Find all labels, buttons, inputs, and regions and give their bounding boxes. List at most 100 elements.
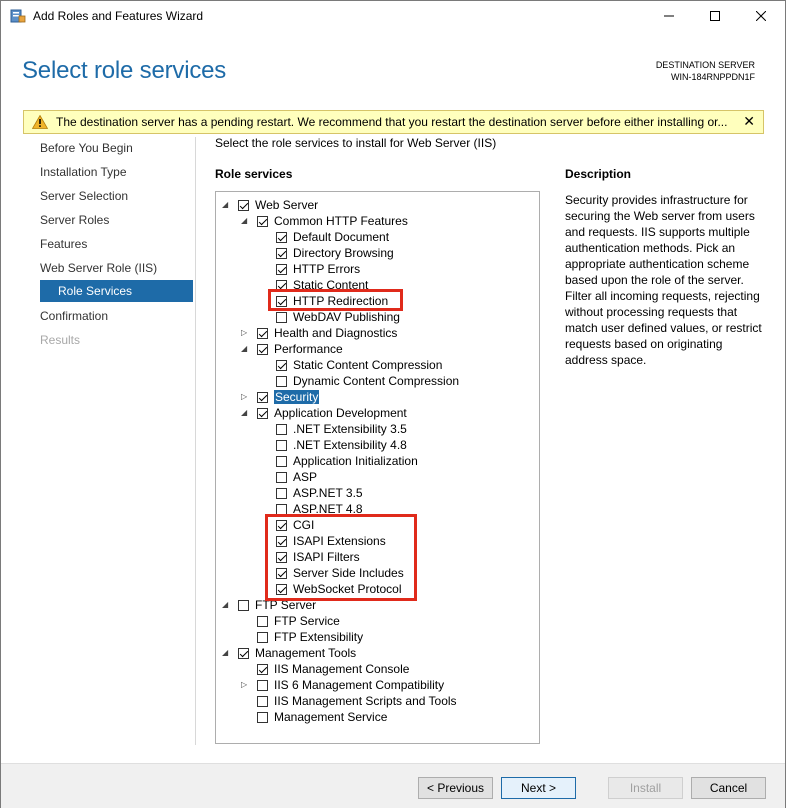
pending-restart-warning: The destination server has a pending res… [23,110,764,134]
checkbox[interactable] [257,679,268,691]
tree-item[interactable]: ◢ Common HTTP Features [241,213,408,229]
nav-item-server-roles[interactable]: Server Roles [40,213,109,227]
checkbox[interactable] [257,343,268,355]
checkbox[interactable] [276,375,287,387]
tree-item[interactable]: ▷ IIS 6 Management Compatibility [241,677,444,693]
install-button: Install [608,777,683,799]
checkbox[interactable] [276,503,287,515]
tree-item[interactable]: IIS Management Scripts and Tools [257,693,457,709]
checkbox[interactable] [238,599,249,611]
tree-item[interactable]: WebDAV Publishing [276,309,400,325]
tree-item[interactable]: ASP [276,469,317,485]
title-bar: Add Roles and Features Wizard [1,1,785,31]
tree-item[interactable]: ◢ Web Server [222,197,319,213]
nav-item-server-selection[interactable]: Server Selection [40,189,128,203]
tree-item-label: WebDAV Publishing [293,310,400,324]
tree-item-label: Management Tools [255,646,357,660]
tree-item[interactable]: IIS Management Console [257,661,409,677]
collapse-arrow-icon[interactable]: ◢ [222,601,230,609]
tree-item-label: ASP [293,470,318,484]
checkbox[interactable] [276,423,287,435]
close-button[interactable] [738,1,784,31]
window-title: Add Roles and Features Wizard [33,9,204,23]
tree-item[interactable]: ASP.NET 3.5 [276,485,363,501]
expand-arrow-icon[interactable]: ▷ [241,329,249,337]
role-services-tree[interactable]: ◢ Web Server ◢ Common HTTP Features Default … [215,191,540,744]
tree-item[interactable]: ▷ Security [241,389,320,405]
warning-icon [32,115,48,129]
nav-item-features[interactable]: Features [40,237,87,251]
tree-item[interactable]: Dynamic Content Compression [276,373,459,389]
tree-item[interactable]: ▷ Health and Diagnostics [241,325,397,341]
checkbox[interactable] [276,455,287,467]
checkbox[interactable] [257,215,268,227]
collapse-arrow-icon[interactable]: ◢ [241,345,249,353]
maximize-button[interactable] [692,1,738,31]
dismiss-warning-icon[interactable]: ✕ [743,113,755,130]
tree-item[interactable]: Directory Browsing [276,245,394,261]
checkbox[interactable] [276,359,287,371]
tree-item[interactable]: FTP Service [257,613,340,629]
page-title: Select role services [22,57,227,84]
tree-item[interactable]: Management Service [257,709,387,725]
checkbox[interactable] [276,439,287,451]
checkbox[interactable] [276,487,287,499]
tree-item[interactable]: Default Document [276,229,389,245]
tree-item[interactable]: HTTP Errors [276,261,360,277]
destination-value: WIN-184RNPPDN1F [670,72,755,82]
tree-item[interactable]: ◢ Management Tools [222,645,357,661]
nav-item-role-services[interactable]: Role Services [40,280,193,302]
warning-text: The destination server has a pending res… [56,115,728,129]
checkbox[interactable] [257,663,268,675]
checkbox[interactable] [257,695,268,707]
tree-item[interactable]: Static Content Compression [276,357,442,373]
checkbox[interactable] [276,247,287,259]
nav-item-confirmation[interactable]: Confirmation [40,309,108,323]
cancel-button[interactable]: Cancel [691,777,766,799]
maximize-icon [710,11,720,21]
checkbox[interactable] [276,263,287,275]
nav-item-web-server-role[interactable]: Web Server Role (IIS) [40,261,157,275]
tree-item-label: Performance [274,342,343,356]
expand-arrow-icon[interactable]: ▷ [241,681,249,689]
nav-item-installation-type[interactable]: Installation Type [40,165,127,179]
collapse-arrow-icon[interactable]: ◢ [241,409,249,417]
tree-item-label: Management Service [274,710,388,724]
server-manager-icon [10,9,26,23]
tree-item-label: Static Content Compression [293,358,443,372]
minimize-button[interactable] [646,1,692,31]
tree-item[interactable]: ◢ Application Development [241,405,407,421]
role-services-heading: Role services [215,167,293,181]
tree-item[interactable]: ◢ Performance [241,341,343,357]
checkbox[interactable] [257,391,268,403]
checkbox[interactable] [257,407,268,419]
collapse-arrow-icon[interactable]: ◢ [241,217,249,225]
checkbox[interactable] [257,615,268,627]
tree-item-label: Default Document [293,230,390,244]
tree-item-label: Dynamic Content Compression [293,374,460,388]
description-text: Security provides infrastructure for sec… [565,193,762,367]
collapse-arrow-icon[interactable]: ◢ [222,649,230,657]
checkbox[interactable] [257,327,268,339]
next-button[interactable]: Next > [501,777,576,799]
tree-item[interactable]: Application Initialization [276,453,418,469]
checkbox[interactable] [276,231,287,243]
expand-arrow-icon[interactable]: ▷ [241,393,249,401]
tree-item-label: Web Server [255,198,319,212]
checkbox[interactable] [276,471,287,483]
tree-item[interactable]: FTP Extensibility [257,629,363,645]
highlight-box-app-dev-features [265,514,417,601]
previous-button[interactable]: < Previous [418,777,493,799]
destination-label: DESTINATION SERVER [655,60,755,70]
tree-item[interactable]: .NET Extensibility 4.8 [276,437,407,453]
collapse-arrow-icon[interactable]: ◢ [222,201,230,209]
tree-item-label: Common HTTP Features [274,214,408,228]
checkbox[interactable] [238,199,249,211]
checkbox[interactable] [257,631,268,643]
checkbox[interactable] [276,311,287,323]
nav-item-before-you-begin[interactable]: Before You Begin [40,141,133,155]
tree-item-label: FTP Service [274,614,340,628]
checkbox[interactable] [238,647,249,659]
checkbox[interactable] [257,711,268,723]
tree-item[interactable]: .NET Extensibility 3.5 [276,421,407,437]
